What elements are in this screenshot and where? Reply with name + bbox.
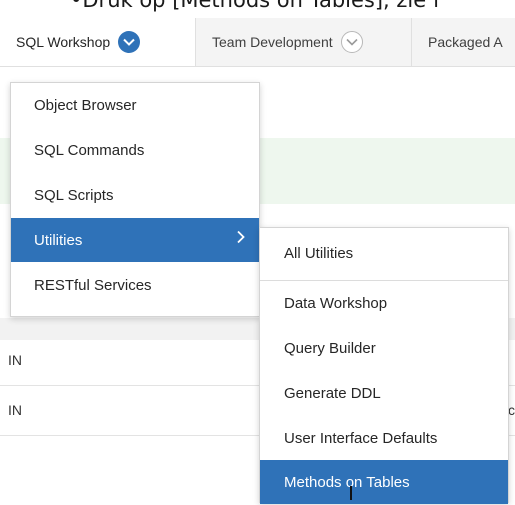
- instruction-caption: •Druk op [Methods on Tables], zie f: [70, 0, 441, 12]
- utilities-submenu: All Utilities Data Workshop Query Builde…: [259, 227, 509, 504]
- tab-sql-workshop[interactable]: SQL Workshop: [0, 18, 196, 66]
- menu-item-data-workshop[interactable]: Data Workshop: [260, 281, 508, 325]
- menu-item-label: Generate DDL: [284, 384, 381, 402]
- menu-item-label: Object Browser: [34, 96, 137, 114]
- menu-item-label: All Utilities: [284, 244, 354, 262]
- top-tab-bar: SQL Workshop Team Development Packaged A: [0, 18, 515, 67]
- tab-label: Packaged A: [428, 34, 503, 50]
- tab-packaged-apps[interactable]: Packaged A: [412, 18, 515, 66]
- menu-item-label: Methods on Tables: [284, 473, 410, 491]
- chevron-right-icon: [236, 230, 245, 248]
- menu-item-all-utilities[interactable]: All Utilities: [260, 231, 508, 275]
- menu-item-generate-ddl[interactable]: Generate DDL: [260, 371, 508, 415]
- menu-item-restful-services[interactable]: RESTful Services: [11, 263, 259, 307]
- sql-workshop-menu: Object Browser SQL Commands SQL Scripts …: [10, 82, 260, 317]
- menu-item-user-interface-defaults[interactable]: User Interface Defaults: [260, 416, 508, 460]
- menu-item-object-browser[interactable]: Object Browser: [11, 83, 259, 127]
- menu-item-label: Query Builder: [284, 339, 376, 357]
- menu-item-label: RESTful Services: [34, 276, 152, 294]
- menu-item-label: Data Workshop: [284, 294, 388, 312]
- menu-item-methods-on-tables[interactable]: Methods on Tables: [260, 460, 508, 504]
- chevron-down-icon[interactable]: [340, 31, 363, 53]
- menu-item-label: SQL Scripts: [34, 186, 114, 204]
- tab-label: Team Development: [212, 34, 333, 50]
- menu-item-sql-commands[interactable]: SQL Commands: [11, 128, 259, 172]
- tab-team-development[interactable]: Team Development: [196, 18, 412, 66]
- tab-label: SQL Workshop: [16, 34, 111, 50]
- table-cell: c: [508, 402, 515, 418]
- text-cursor-icon: [348, 486, 354, 505]
- menu-item-utilities[interactable]: Utilities: [11, 218, 259, 262]
- menu-item-label: User Interface Defaults: [284, 429, 438, 447]
- chevron-down-icon[interactable]: [118, 31, 141, 53]
- table-cell: IN: [8, 402, 22, 418]
- menu-item-query-builder[interactable]: Query Builder: [260, 326, 508, 370]
- menu-item-sql-scripts[interactable]: SQL Scripts: [11, 173, 259, 217]
- menu-item-label: Utilities: [34, 231, 83, 249]
- menu-item-label: SQL Commands: [34, 141, 145, 159]
- table-cell: IN: [8, 352, 22, 368]
